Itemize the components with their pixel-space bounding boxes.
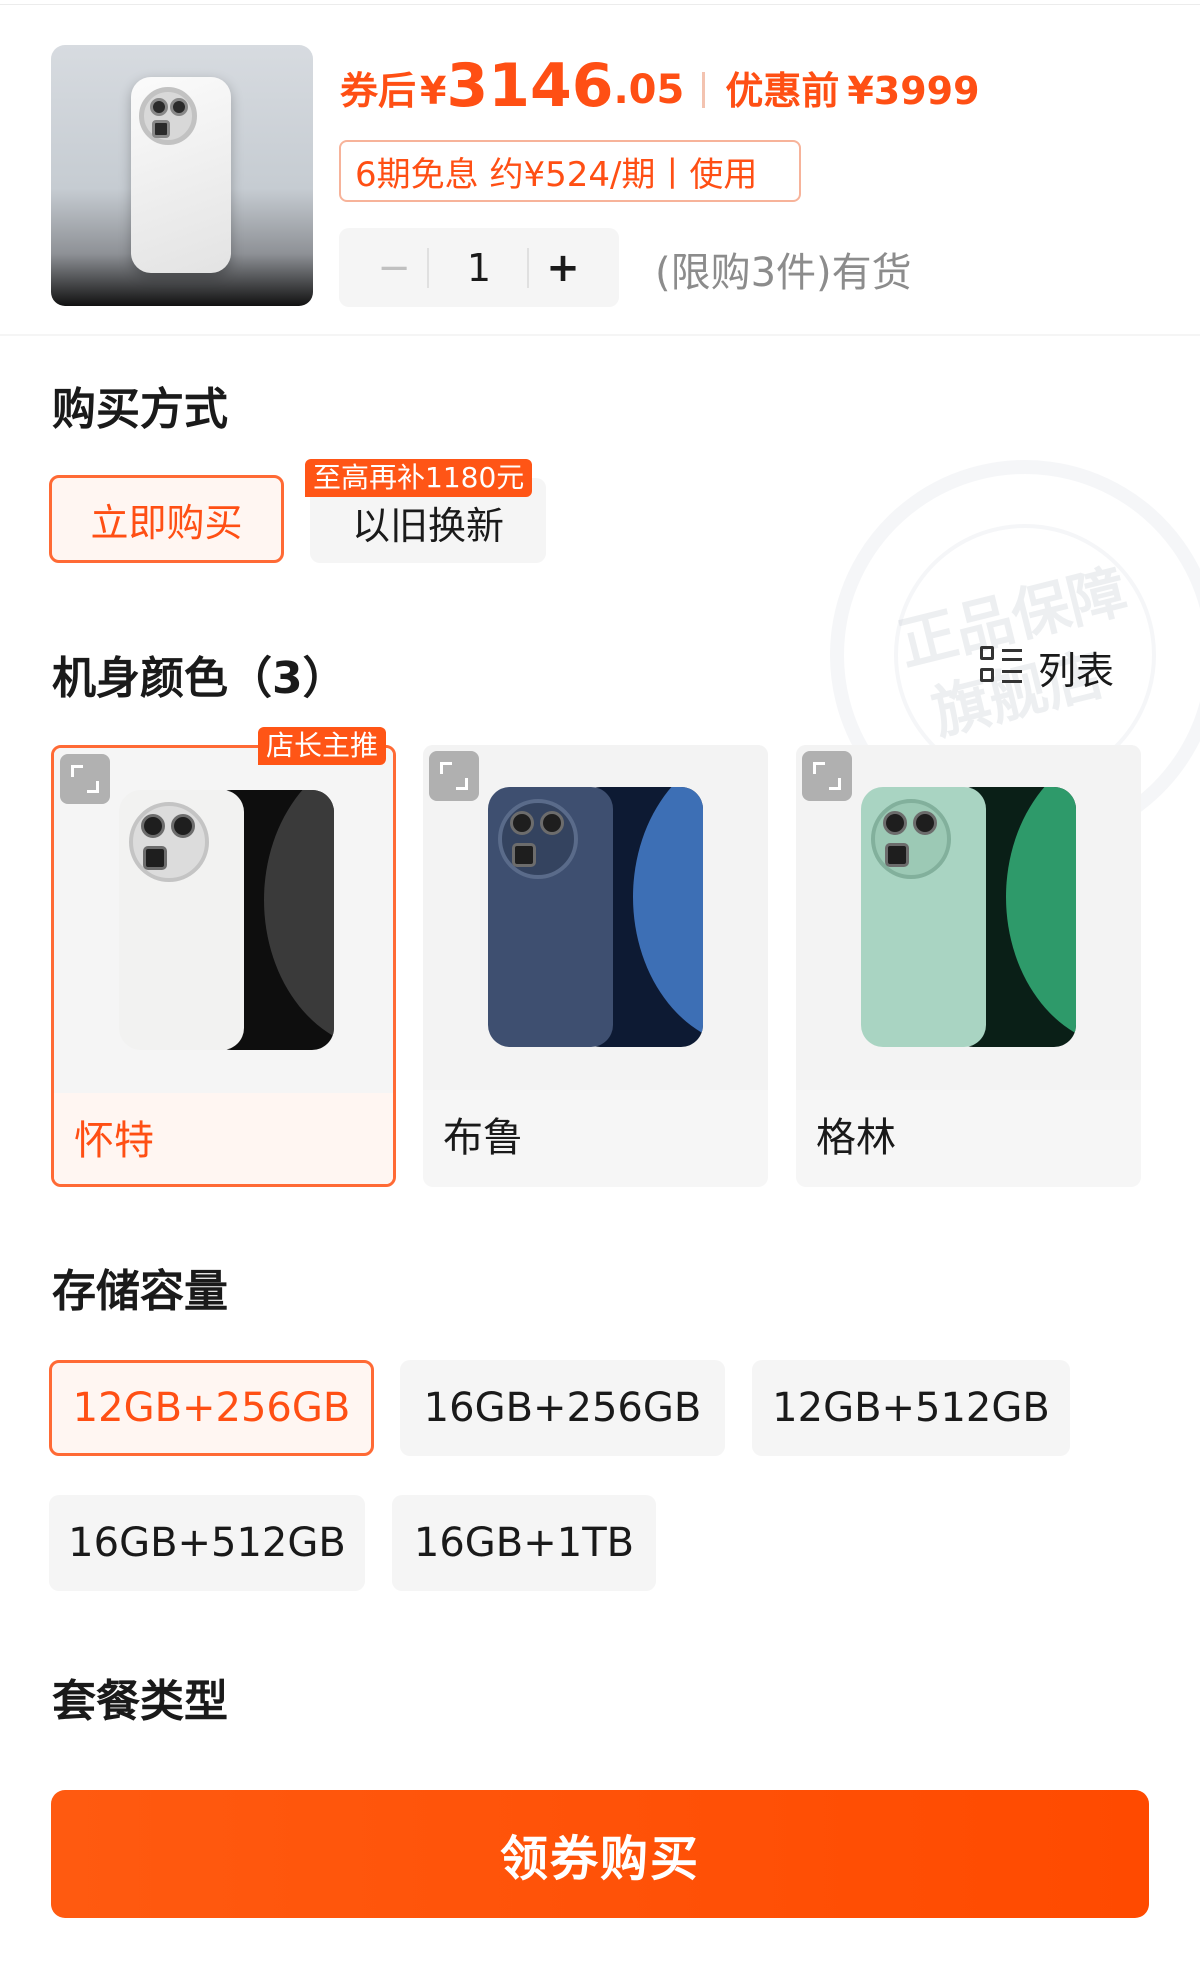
color-card-white[interactable]: 怀特	[51, 745, 396, 1187]
currency-symbol: ¥	[420, 69, 447, 113]
expand-icon[interactable]	[60, 754, 110, 804]
camera-lens	[150, 98, 168, 116]
expand-icon[interactable]	[802, 751, 852, 801]
quantity-stepper: − 1 +	[339, 228, 619, 307]
storage-option-16-512[interactable]: 16GB+512GB	[49, 1495, 365, 1591]
camera-lens	[143, 846, 167, 870]
price-integer: 3146	[446, 51, 614, 121]
camera-lens	[512, 843, 536, 867]
plus-icon[interactable]: +	[535, 228, 591, 307]
color-name: 格林	[816, 1115, 896, 1161]
color-card-blue[interactable]: 布鲁	[423, 745, 768, 1187]
camera-lens	[913, 811, 937, 835]
wallpaper-arc	[633, 787, 703, 1047]
camera-lens	[141, 814, 165, 838]
phone-back	[861, 787, 986, 1047]
color-card-green[interactable]: 格林	[796, 745, 1141, 1187]
stepper-divider	[527, 248, 529, 288]
storage-option-12-512[interactable]: 12GB+512GB	[752, 1360, 1070, 1456]
wallpaper-arc	[1006, 787, 1076, 1047]
original-price: ¥3999	[847, 69, 980, 113]
price-separator	[702, 72, 706, 108]
camera-module	[498, 799, 578, 879]
stepper-divider	[427, 248, 429, 288]
stock-status: (限购3件)有货	[655, 250, 912, 296]
header-divider	[0, 334, 1200, 336]
camera-ring	[139, 87, 197, 145]
before-discount-label: 优惠前	[725, 69, 840, 113]
installment-badge[interactable]: 6期免息 约¥524/期丨使用	[339, 140, 801, 202]
phone-back	[488, 787, 613, 1047]
price-row: 券后 ¥ 3146 .05 优惠前 ¥3999	[340, 48, 980, 118]
storage-option-12-256[interactable]: 12GB+256GB	[49, 1360, 374, 1456]
camera-lens	[885, 843, 909, 867]
phone-back	[119, 790, 244, 1050]
product-spec-sheet: 券后 ¥ 3146 .05 优惠前 ¥3999 6期免息 约¥524/期丨使用 …	[0, 0, 1200, 1964]
minus-icon[interactable]: −	[369, 228, 419, 307]
list-view-label: 列表	[1038, 649, 1115, 693]
list-view-button[interactable]: 列表	[980, 640, 1114, 695]
phone-image	[131, 77, 231, 273]
product-thumbnail[interactable]	[51, 45, 313, 306]
recommend-tag: 店长主推	[258, 727, 387, 765]
camera-lens	[170, 98, 188, 116]
after-coupon-label: 券后	[340, 69, 417, 113]
camera-module	[871, 799, 951, 879]
storage-option-16-256[interactable]: 16GB+256GB	[400, 1360, 725, 1456]
camera-lens	[152, 120, 170, 138]
camera-lens	[883, 811, 907, 835]
trade-in-subsidy-tag: 至高再补1180元	[305, 459, 533, 497]
expand-icon[interactable]	[429, 751, 479, 801]
wallpaper-arc	[264, 790, 334, 1050]
list-grid-icon	[980, 645, 1024, 690]
color-name: 怀特	[74, 1118, 154, 1164]
purchase-method-title: 购买方式	[52, 384, 228, 435]
package-section-title: 套餐类型	[52, 1676, 228, 1727]
camera-lens	[510, 811, 534, 835]
camera-lens	[540, 811, 564, 835]
camera-lens	[171, 814, 195, 838]
storage-section-title: 存储容量	[52, 1266, 228, 1317]
buy-now-option[interactable]: 立即购买	[49, 475, 284, 563]
color-section-title: 机身颜色（3）	[52, 653, 347, 704]
price-decimal: .05	[613, 67, 685, 113]
top-divider	[0, 4, 1200, 5]
quantity-value[interactable]: 1	[439, 228, 519, 307]
claim-coupon-buy-button[interactable]: 领券购买	[51, 1790, 1149, 1918]
storage-option-16-1tb[interactable]: 16GB+1TB	[392, 1495, 656, 1591]
camera-module	[129, 802, 209, 882]
color-name: 布鲁	[443, 1115, 523, 1161]
